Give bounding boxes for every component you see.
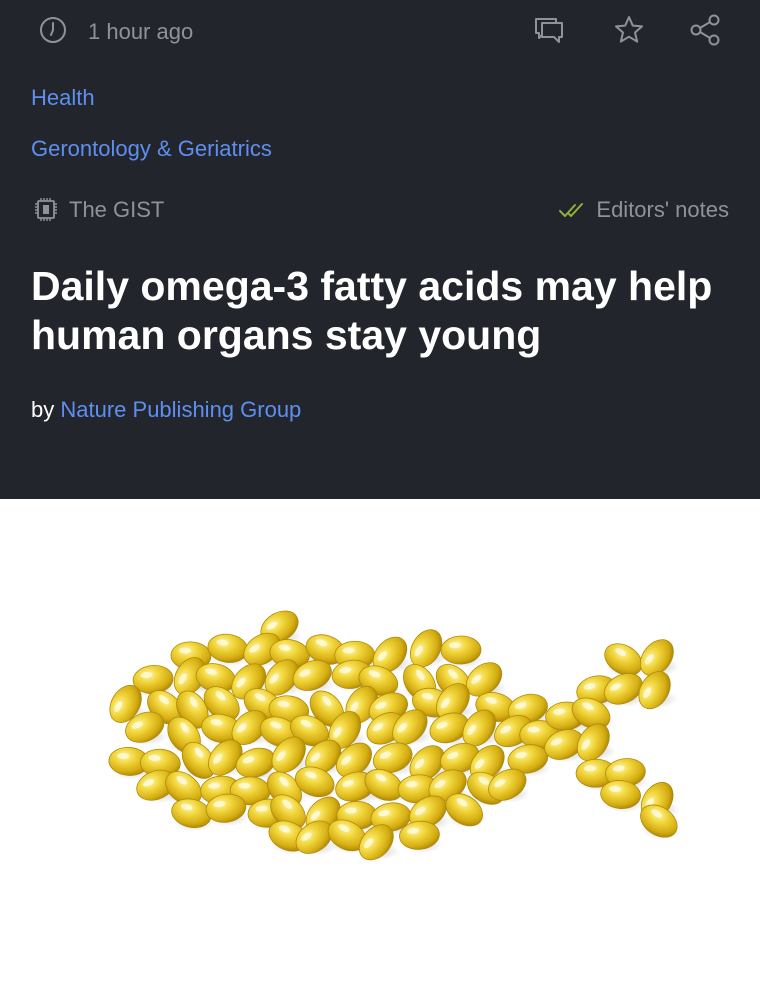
capsules-fish-image [108,610,682,861]
chip-icon [35,198,57,221]
share-button[interactable] [686,11,724,49]
comment-icon [535,18,563,43]
source-link[interactable]: Nature Publishing Group [60,397,301,422]
category-link-gerontology[interactable]: Gerontology & Geriatrics [31,134,272,164]
category-link-health[interactable]: Health [31,83,95,113]
editors-notes-badge[interactable]: Editors' notes [558,195,729,225]
comment-button[interactable] [530,11,568,49]
timestamp: 1 hour ago [88,19,194,44]
article-header: 1 hour ago Health Gerontology & Geriatri… [0,0,760,499]
double-check-icon [559,203,584,217]
bookmark-button[interactable] [610,11,648,49]
editors-notes-label: Editors' notes [596,197,729,222]
top-bar: 1 hour ago [0,0,760,64]
gist-label: The GIST [69,197,165,222]
article-title: Daily omega-3 fatty acids may help human… [31,263,713,358]
gist-badge[interactable]: The GIST [31,195,164,225]
share-icon [690,14,720,46]
star-icon [615,16,643,43]
clock-icon [38,15,68,45]
byline-prefix: by [31,397,55,422]
article-image[interactable] [0,499,760,1002]
byline: by Nature Publishing Group [31,395,301,425]
